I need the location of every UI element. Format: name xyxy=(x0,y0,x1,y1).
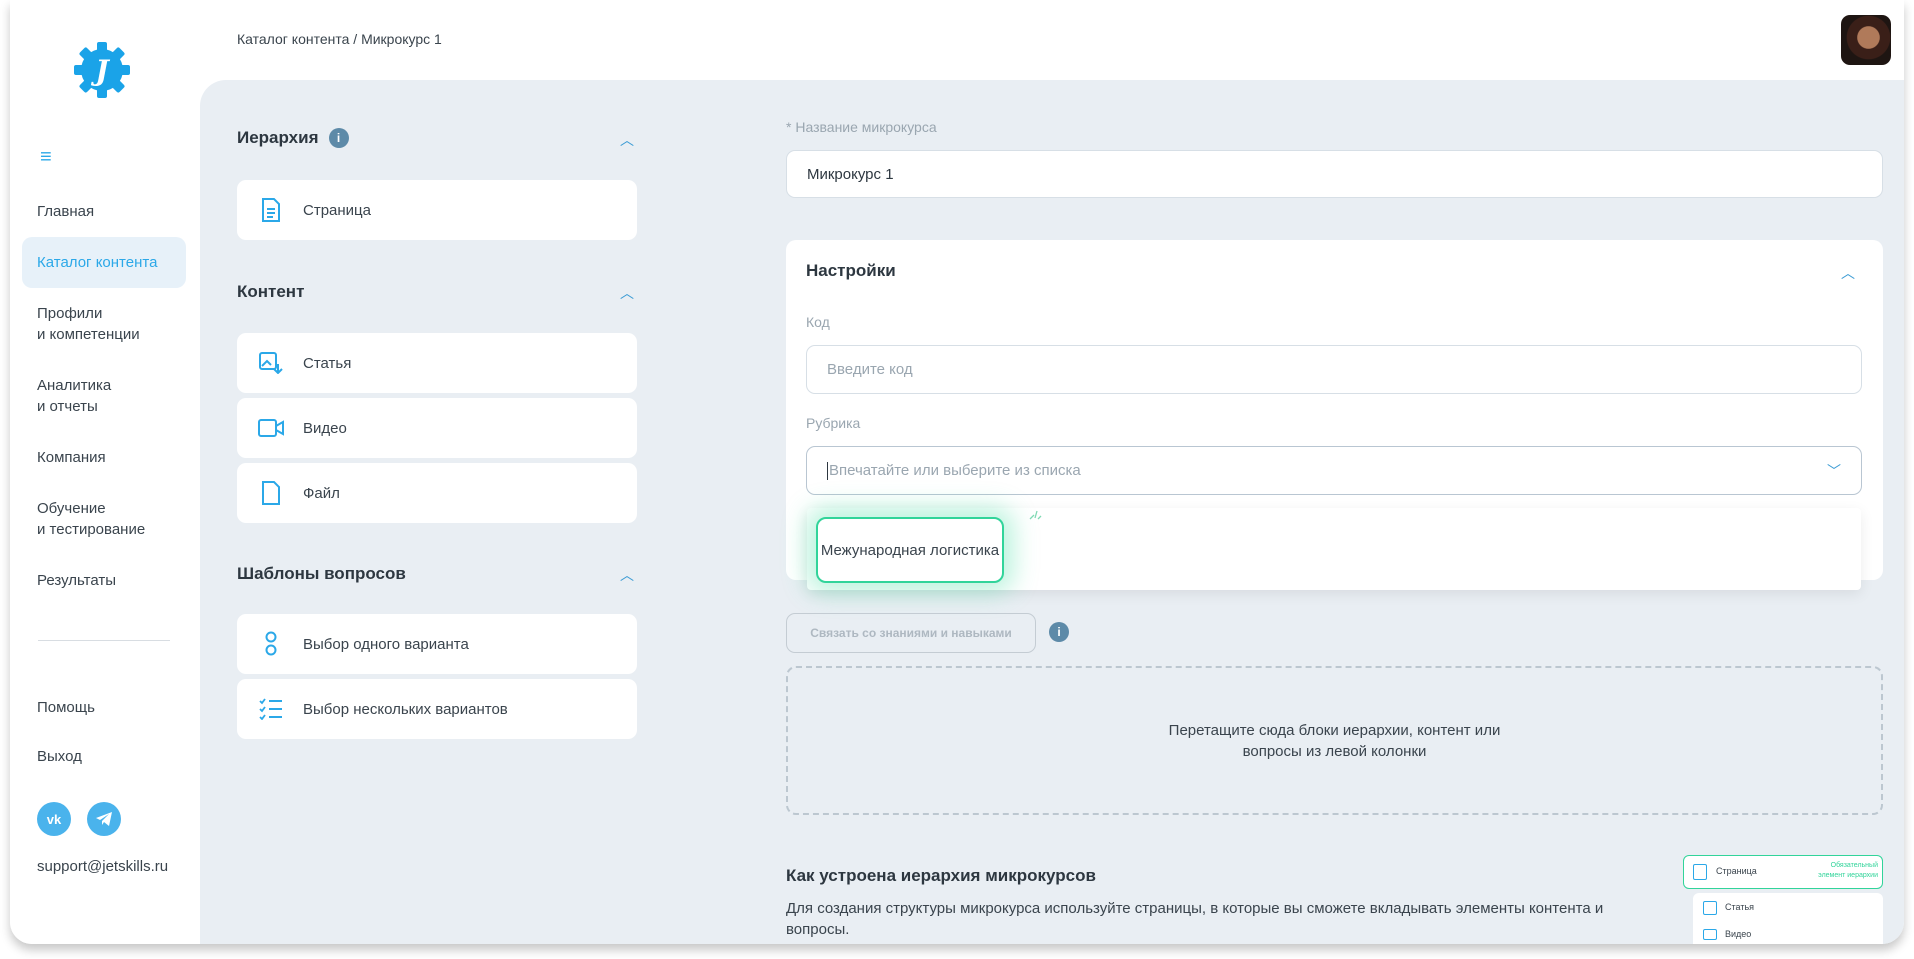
palette-item-label: Выбор одного варианта xyxy=(303,635,469,653)
article-icon xyxy=(257,351,285,375)
breadcrumb[interactable]: Каталог контента / Микрокурс 1 xyxy=(237,31,442,47)
palette-item-single-choice[interactable]: Выбор одного варианта xyxy=(237,614,637,674)
palette-item-multi-choice[interactable]: Выбор нескольких вариантов xyxy=(237,679,637,739)
link-skills-button[interactable]: Связать со знаниями и навыками xyxy=(786,613,1036,653)
rubric-select[interactable]: Впечатайте или выберите из списка ﹀ xyxy=(806,446,1862,495)
course-name-label: * Название микрокурса xyxy=(786,119,937,135)
telegram-icon[interactable] xyxy=(87,802,121,836)
video-icon xyxy=(1703,929,1717,940)
palette-item-label: Видео xyxy=(303,419,347,437)
palette-item-label: Выбор нескольких вариантов xyxy=(303,700,508,718)
content-section-title: Контент xyxy=(237,282,304,302)
sidebar-item-home[interactable]: Главная xyxy=(22,186,186,237)
palette-item-video[interactable]: Видео xyxy=(237,398,637,458)
sidebar-item-company[interactable]: Компания xyxy=(22,432,186,483)
mini-page-label: Страница xyxy=(1716,866,1757,876)
palette-item-page[interactable]: Страница xyxy=(237,180,637,240)
code-input[interactable]: Введите код xyxy=(806,345,1862,394)
drop-zone-text-line2: вопросы из левой колонки xyxy=(1242,742,1427,760)
palette-item-label: Файл xyxy=(303,484,340,502)
course-name-input[interactable]: Микрокурс 1 xyxy=(786,150,1883,198)
sidebar-item-label: Компания xyxy=(37,449,106,466)
hierarchy-illustration: Страница Обязательный элемент иерархии С… xyxy=(1683,855,1883,944)
chevron-up-icon[interactable]: ︿ xyxy=(1841,263,1855,283)
logout-link[interactable]: Выход xyxy=(37,748,82,765)
sparkle-icon xyxy=(1029,510,1042,520)
sidebar-item-label: Результаты xyxy=(37,572,116,589)
rubric-option[interactable]: Межународная логистика xyxy=(816,517,1004,583)
info-icon[interactable]: i xyxy=(328,128,349,148)
sidebar-item-content-catalog[interactable]: Каталог контента xyxy=(22,237,186,288)
section-title-label: Контент xyxy=(237,282,305,301)
support-email[interactable]: support@jetskills.ru xyxy=(37,858,168,875)
sidebar-item-label: Аналитика и отчеты xyxy=(37,377,112,415)
section-title-label: Шаблоны вопросов xyxy=(237,564,406,583)
mini-article-label: Статья xyxy=(1725,902,1755,912)
palette-item-article[interactable]: Статья xyxy=(237,333,637,393)
logo-gear-icon[interactable]: J xyxy=(70,38,134,102)
mini-video-label: Видео xyxy=(1725,929,1752,939)
chevron-up-icon[interactable]: ︿ xyxy=(620,565,634,585)
mini-children: Статья Видео xyxy=(1693,893,1883,944)
file-icon xyxy=(257,481,285,505)
mini-required-label: Обязательный элемент иерархии xyxy=(1818,862,1878,879)
vk-icon[interactable]: vk xyxy=(37,802,71,836)
article-icon xyxy=(1703,901,1717,915)
help-link[interactable]: Помощь xyxy=(37,699,95,716)
sidebar-item-label: Главная xyxy=(37,203,95,220)
sidebar-nav: Главная Каталог контента Профили и компе… xyxy=(22,186,186,606)
palette-item-label: Страница xyxy=(303,201,371,219)
sidebar-item-results[interactable]: Результаты xyxy=(22,555,186,606)
settings-title-label: Настройки xyxy=(806,261,896,280)
code-label: Код xyxy=(806,314,830,330)
sidebar-item-label: Обучение и тестирование xyxy=(37,500,146,538)
sidebar-item-analytics[interactable]: Аналитика и отчеты xyxy=(22,360,186,432)
howto-title: Как устроена иерархия микрокурсов xyxy=(786,866,1096,885)
text-cursor xyxy=(827,461,828,480)
section-title-label: Иерархия xyxy=(237,128,319,147)
sidebar: J ≡ Главная Каталог контента Профили и к… xyxy=(10,0,200,944)
video-icon xyxy=(257,416,285,440)
palette-item-file[interactable]: Файл xyxy=(237,463,637,523)
chevron-down-icon[interactable]: ﹀ xyxy=(1827,461,1841,481)
palette-item-label: Статья xyxy=(303,354,352,372)
page-icon xyxy=(257,198,285,222)
single-choice-icon xyxy=(257,631,285,656)
multi-choice-icon xyxy=(257,697,285,721)
sidebar-item-label: Профили и компетенции xyxy=(37,305,140,343)
avatar[interactable] xyxy=(1841,15,1891,65)
info-icon[interactable]: i xyxy=(1049,622,1069,642)
mini-page-card: Страница Обязательный элемент иерархии xyxy=(1683,855,1883,889)
questions-section-title: Шаблоны вопросов xyxy=(237,564,406,584)
page-icon xyxy=(1693,864,1707,880)
drop-zone-text-line1: Перетащите сюда блоки иерархии, контент … xyxy=(1168,721,1501,739)
howto-text: Для создания структуры микрокурса исполь… xyxy=(786,900,1604,938)
sidebar-divider xyxy=(38,640,170,641)
hierarchy-section-title: Иерархия i xyxy=(237,128,349,148)
rubric-label: Рубрика xyxy=(806,415,861,431)
sidebar-item-learning[interactable]: Обучение и тестирование xyxy=(22,483,186,555)
settings-title: Настройки xyxy=(806,261,896,281)
sidebar-item-label: Каталог контента xyxy=(37,254,158,271)
drop-zone[interactable]: Перетащите сюда блоки иерархии, контент … xyxy=(786,666,1883,815)
menu-toggle-icon[interactable]: ≡ xyxy=(40,147,58,167)
rubric-placeholder: Впечатайте или выберите из списка xyxy=(829,462,1081,479)
chevron-up-icon[interactable]: ︿ xyxy=(620,130,634,150)
app-window: J ≡ Главная Каталог контента Профили и к… xyxy=(10,0,1904,944)
sidebar-item-profiles[interactable]: Профили и компетенции xyxy=(22,288,186,360)
chevron-up-icon[interactable]: ︿ xyxy=(620,283,634,303)
